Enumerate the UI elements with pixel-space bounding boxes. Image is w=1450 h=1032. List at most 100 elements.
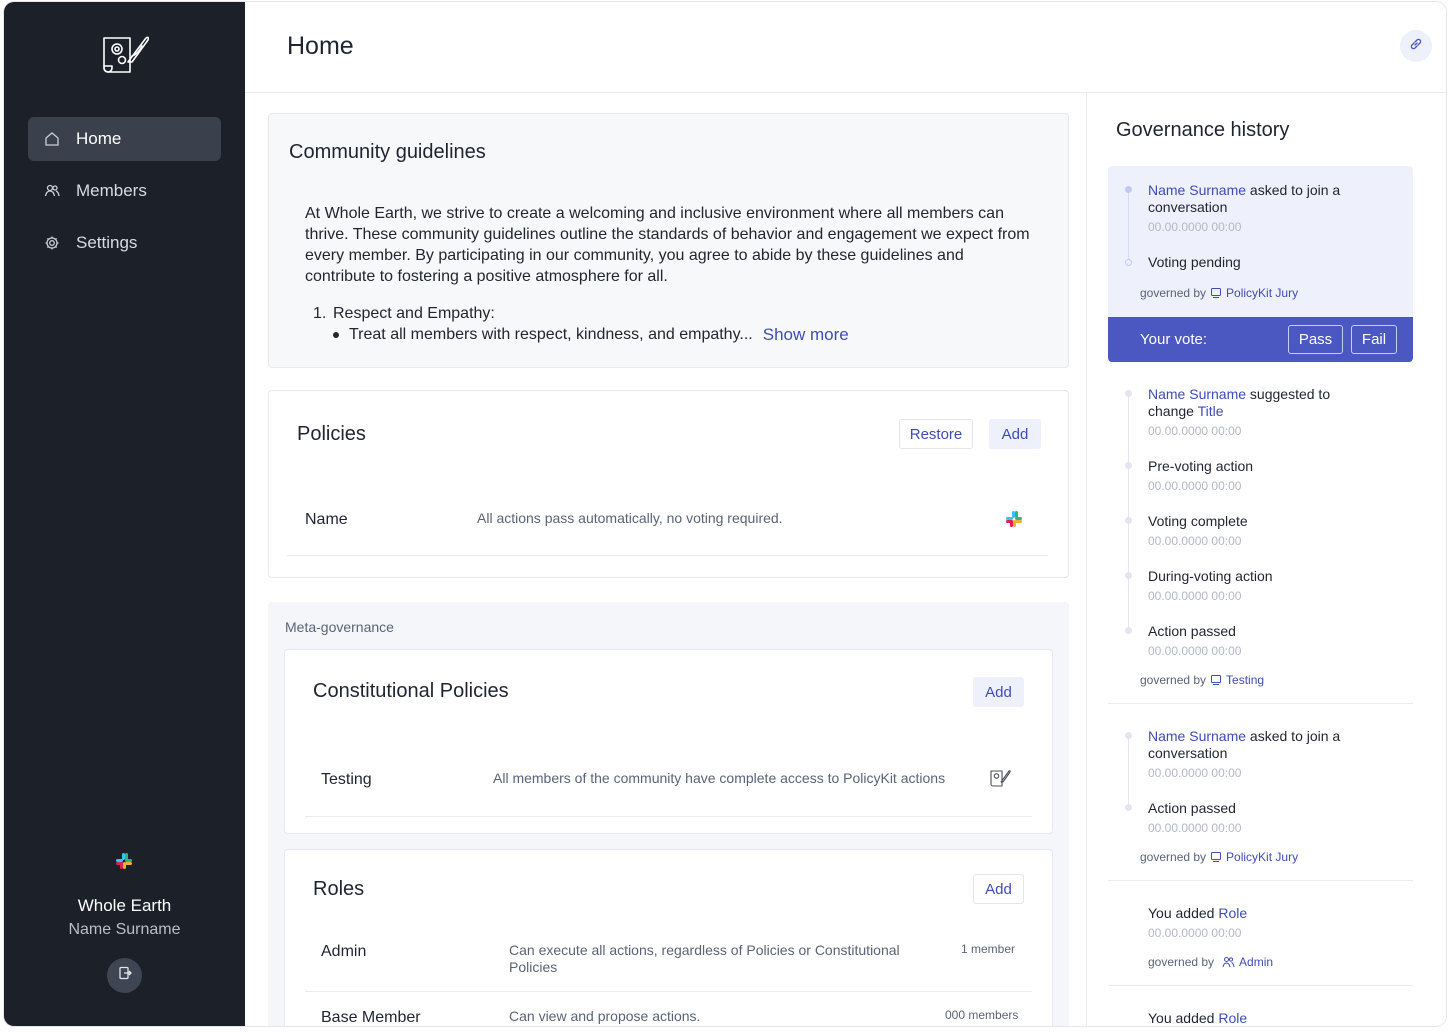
divider (287, 555, 1048, 556)
event-step: Action passed (1148, 623, 1236, 639)
policies-card: Policies Restore Add Name All actions pa… (268, 390, 1069, 578)
community-guidelines-card: Community guidelines At Whole Earth, we … (268, 113, 1069, 368)
logout-button[interactable] (107, 958, 142, 993)
sidebar-item-settings[interactable]: Settings (28, 221, 221, 265)
timeline-dot (1125, 804, 1132, 811)
fail-button[interactable]: Fail (1351, 325, 1397, 354)
history-event-text: Name Surname asked to join a conversatio… (1148, 182, 1368, 216)
card-title: Roles (313, 878, 365, 900)
event-step: Action passed (1148, 800, 1236, 816)
sidebar-item-label: Members (76, 181, 147, 200)
policy-description: All actions pass automatically, no votin… (477, 510, 783, 526)
governed-by-label: governed by (1140, 673, 1207, 687)
event-timestamp: 00.00.0000 00:00 (1148, 821, 1242, 835)
restore-button[interactable]: Restore (899, 419, 973, 449)
policykit-logo-icon[interactable] (98, 32, 152, 78)
list-item-label: Respect and Empathy: (333, 305, 495, 322)
timeline-dot (1125, 732, 1132, 739)
user-name: Name Surname (68, 921, 181, 938)
timeline-line (1128, 397, 1129, 633)
slack-icon (1005, 510, 1023, 528)
list-number: 1. (313, 305, 327, 322)
sidebar: Home Members Settings Whole Earth Name S… (4, 2, 245, 1026)
guidelines-body: At Whole Earth, we strive to create a we… (305, 205, 1030, 285)
governed-by-link[interactable]: Testing (1210, 673, 1264, 687)
role-name[interactable]: Base Member (321, 1009, 421, 1026)
event-timestamp: 00.00.0000 00:00 (1148, 534, 1242, 548)
timeline-line (1128, 739, 1129, 809)
governance-history-panel: Governance history Name Surname asked to… (1086, 93, 1446, 1026)
add-role-button[interactable]: Add (973, 874, 1024, 904)
policy-icon (1211, 675, 1222, 685)
list-item: 1. Respect and Empathy: (313, 303, 1013, 324)
event-prefix: You added (1148, 1010, 1219, 1026)
role-name[interactable]: Admin (321, 943, 366, 961)
panel-title: Governance history (1116, 119, 1290, 141)
governed-by: governed by PolicyKit Jury (1140, 286, 1298, 300)
history-event-text: You added Role (1148, 1010, 1368, 1026)
history-event-text: Name Surname asked to join a conversatio… (1148, 728, 1368, 762)
guidelines-list: 1. Respect and Empathy: Treat all member… (313, 303, 1013, 345)
card-title: Community guidelines (289, 141, 486, 163)
card-title: Policies (297, 423, 366, 445)
card-title: Constitutional Policies (313, 680, 509, 702)
org-name: Whole Earth (77, 896, 172, 915)
governed-by: governed by PolicyKit Jury (1140, 850, 1298, 864)
governed-by-name: Admin (1239, 955, 1274, 969)
sidebar-item-label: Settings (76, 233, 138, 252)
timeline-dot (1125, 572, 1132, 579)
meta-governance-section: Meta-governance Constitutional Policies … (268, 602, 1069, 1026)
show-more-link[interactable]: Show more (763, 324, 849, 345)
timeline-dot (1125, 462, 1132, 469)
event-status: Voting pending (1148, 254, 1241, 270)
link-icon (1409, 37, 1423, 56)
add-policy-button[interactable]: Add (989, 419, 1041, 449)
event-timestamp: 00.00.0000 00:00 (1148, 926, 1242, 940)
gear-icon (44, 235, 60, 251)
event-timestamp: 00.00.0000 00:00 (1148, 766, 1242, 780)
copy-link-button[interactable] (1400, 30, 1432, 62)
sub-item-text: Treat all members with respect, kindness… (349, 326, 753, 343)
actor-link[interactable]: Name Surname (1148, 386, 1246, 402)
policy-name[interactable]: Name (305, 511, 348, 529)
policy-icon (1211, 288, 1222, 298)
event-timestamp: 00.00.0000 00:00 (1148, 644, 1242, 658)
target-link[interactable]: Role (1218, 905, 1247, 921)
governed-by-name: PolicyKit Jury (1226, 286, 1299, 300)
page-title: Home (287, 32, 354, 60)
section-label: Meta-governance (285, 619, 394, 635)
role-member-count: 1 member (961, 942, 1016, 956)
governed-by-link[interactable]: PolicyKit Jury (1210, 286, 1298, 300)
governed-by: governed by Testing (1140, 673, 1264, 687)
sidebar-item-home[interactable]: Home (28, 117, 221, 161)
target-link[interactable]: Title (1198, 403, 1224, 419)
actor-link[interactable]: Name Surname (1148, 182, 1246, 198)
actor-link[interactable]: Name Surname (1148, 728, 1246, 744)
logout-icon (118, 966, 132, 985)
members-icon (1222, 957, 1235, 968)
event-timestamp: 00.00.0000 00:00 (1148, 220, 1242, 234)
sidebar-item-label: Home (76, 129, 122, 148)
role-description: Can execute all actions, regardless of P… (509, 942, 900, 975)
vote-bar: Your vote: Pass Fail (1108, 317, 1413, 362)
divider (1108, 880, 1413, 881)
home-icon (44, 131, 60, 147)
timeline-dot (1125, 186, 1132, 193)
timeline-dot (1125, 517, 1132, 524)
history-event-text: Name Surname suggested to change Title (1148, 386, 1368, 420)
governed-by-link[interactable]: Admin (1222, 955, 1273, 969)
event-timestamp: 00.00.0000 00:00 (1148, 479, 1242, 493)
pass-button[interactable]: Pass (1288, 325, 1343, 354)
governed-by-link[interactable]: PolicyKit Jury (1210, 850, 1298, 864)
divider (305, 991, 1032, 992)
event-timestamp: 00.00.0000 00:00 (1148, 589, 1242, 603)
policy-name[interactable]: Testing (321, 771, 372, 789)
slack-icon (115, 852, 133, 870)
timeline-dot (1125, 390, 1132, 397)
event-step: Voting complete (1148, 513, 1248, 529)
sidebar-item-members[interactable]: Members (28, 169, 221, 213)
policykit-icon (988, 768, 1012, 790)
governed-by-label: governed by (1140, 850, 1207, 864)
target-link[interactable]: Role (1218, 1010, 1247, 1026)
add-constitutional-policy-button[interactable]: Add (973, 677, 1024, 707)
